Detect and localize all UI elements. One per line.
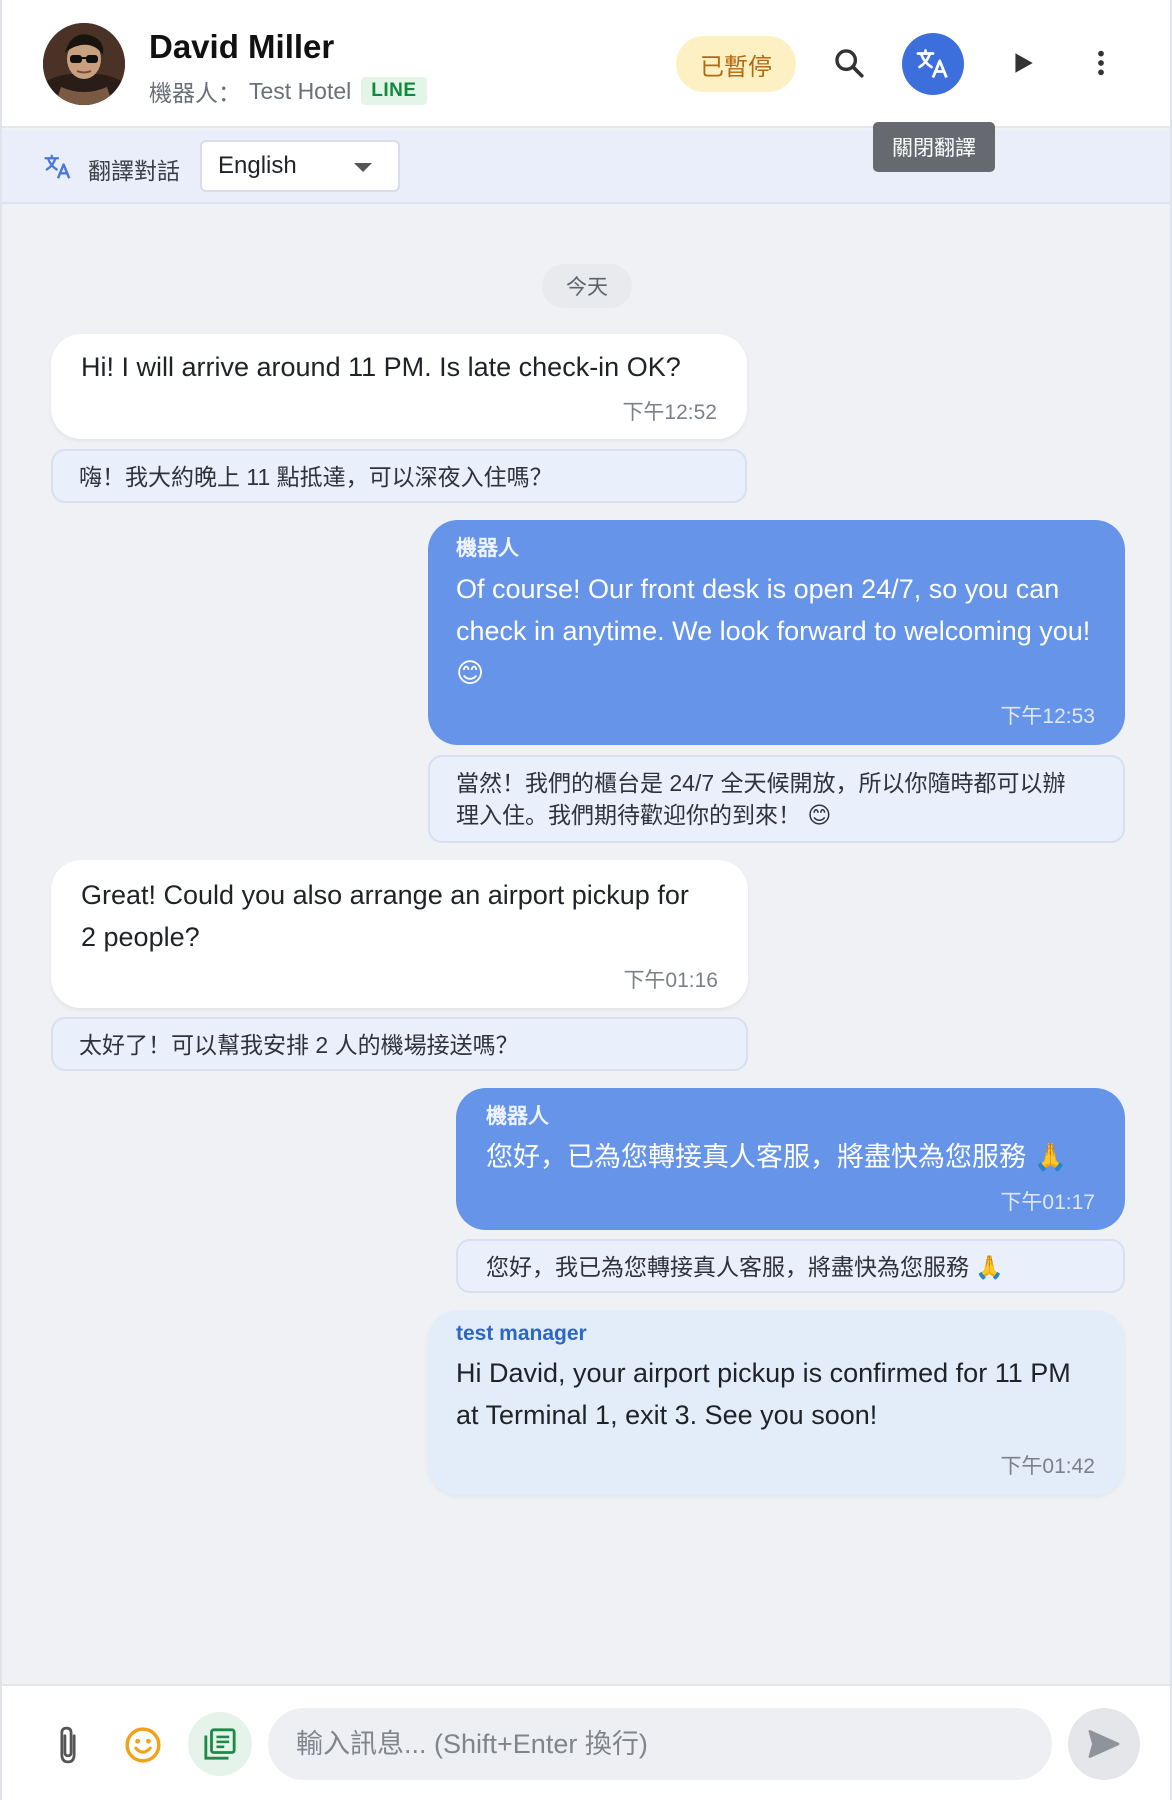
template-icon [204,1728,236,1760]
paused-status-badge[interactable]: 已暫停 [676,36,796,92]
message-translation: 您好，我已為您轉接真人客服，將盡快為您服務 🙏 [456,1239,1125,1293]
quick-reply-template-button[interactable] [188,1712,252,1776]
contact-subline: 機器人： Test Hotel LINE [149,74,427,108]
staff-message: test manager Hi David, your airport pick… [428,1310,1125,1495]
chat-window: David Miller 機器人： Test Hotel LINE 已暫停 關閉… [0,0,1172,1800]
handler-label: 機器人： [149,80,241,106]
chevron-down-icon [354,163,372,172]
send-button[interactable] [1068,1708,1140,1780]
message-text: Of course! Our front desk is open 24/7, … [456,574,1091,689]
translate-tooltip: 關閉翻譯 [873,122,995,172]
translate-icon [916,49,948,79]
outgoing-message: 機器人 Of course! Our front desk is open 24… [428,520,1125,745]
message-text: Hi David, your airport pickup is confirm… [456,1358,1071,1430]
incoming-message: Great! Could you also arrange an airport… [51,860,748,1008]
outgoing-message: 機器人 您好，已為您轉接真人客服，將盡快為您服務 🙏 下午01:17 [456,1088,1125,1230]
message-time: 下午01:16 [623,969,718,992]
message-input[interactable] [268,1708,1052,1780]
message-translation: 嗨！我大約晚上 11 點抵達，可以深夜入住嗎？ [51,449,747,503]
translate-bar-label: 翻譯對話 [88,158,180,184]
emoji-button[interactable] [118,1720,168,1770]
message-text: Hi! I will arrive around 11 PM. Is late … [81,352,681,382]
send-icon [1088,1729,1120,1759]
smile-emoji: 😊 [456,658,485,689]
play-icon [1015,53,1033,73]
translate-toggle-button[interactable] [902,33,964,95]
contact-name: David Miller [149,28,335,65]
search-icon [835,49,864,78]
resume-bot-button[interactable] [998,38,1048,88]
channel-badge: LINE [361,77,427,105]
translate-icon [43,152,73,182]
incoming-message: Hi! I will arrive around 11 PM. Is late … [51,334,747,439]
pray-emoji: 🙏 [1033,1142,1068,1173]
attach-icon [60,1726,76,1764]
more-vert-icon [1098,50,1104,76]
more-options-button[interactable] [1076,38,1126,88]
date-divider: 今天 [542,264,632,308]
message-time: 下午01:42 [1000,1455,1095,1478]
message-sender: 機器人 [486,1105,549,1128]
message-text: 您好，已為您轉接真人客服，將盡快為您服務 🙏 [486,1142,1068,1173]
chat-header: David Miller 機器人： Test Hotel LINE 已暫停 [2,0,1170,128]
hotel-name: Test Hotel [249,77,352,104]
message-text: Great! Could you also arrange an airport… [81,880,689,952]
language-select[interactable]: English [200,140,400,192]
message-time: 下午12:52 [622,401,717,424]
search-button[interactable] [824,38,874,88]
message-sender: test manager [456,1322,587,1345]
message-time: 下午12:53 [1000,705,1095,728]
message-translation: 當然！我們的櫃台是 24/7 全天候開放，所以你隨時都可以辦 理入住。我們期待歡… [428,755,1125,843]
message-composer [2,1684,1170,1800]
emoji-icon [125,1727,161,1763]
message-sender: 機器人 [456,537,519,560]
avatar[interactable] [43,23,125,105]
selected-language: English [218,152,297,179]
attach-button[interactable] [46,1720,90,1770]
message-time: 下午01:17 [1000,1191,1095,1214]
message-translation: 太好了！可以幫我安排 2 人的機場接送嗎？ [51,1017,748,1071]
